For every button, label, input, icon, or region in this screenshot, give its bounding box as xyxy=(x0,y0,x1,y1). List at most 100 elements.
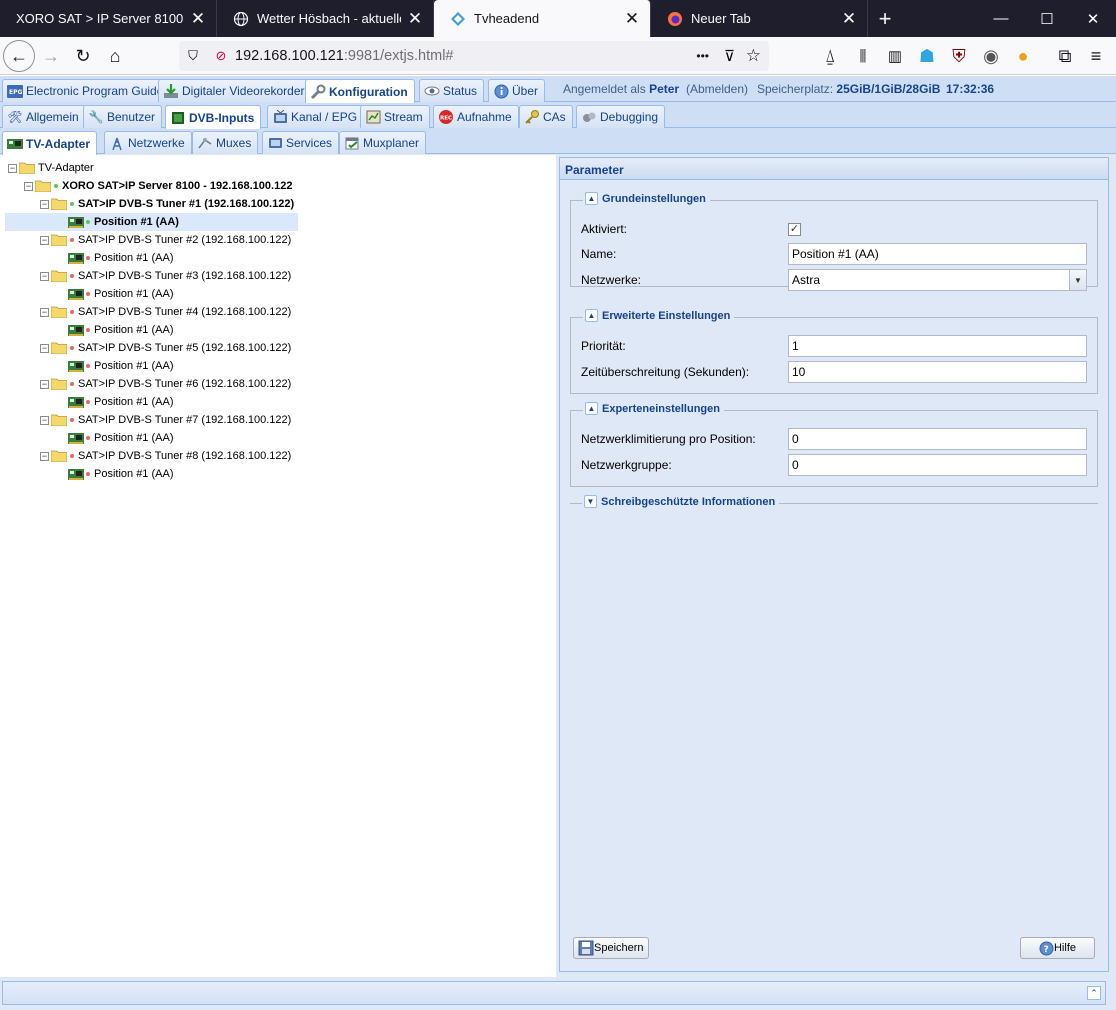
back-arrow-icon[interactable]: ← xyxy=(3,40,35,72)
networks-select[interactable]: Astra ▼ xyxy=(788,269,1087,291)
tab-cas[interactable]: CAs xyxy=(519,105,573,128)
extensions-puzzle-icon[interactable]: ⧉ xyxy=(1051,42,1079,70)
tab-stream[interactable]: Stream xyxy=(360,105,430,128)
tree-position[interactable]: Position #1 (AA) xyxy=(68,357,173,375)
close-tab-icon[interactable]: ✕ xyxy=(190,9,206,29)
forward-arrow-icon[interactable]: → xyxy=(37,42,65,70)
tab-tv-adapter[interactable]: TV-Adapter xyxy=(2,131,98,155)
collapse-icon[interactable]: ▲ xyxy=(585,192,598,205)
tab-muxplaner[interactable]: Muxplaner xyxy=(339,131,427,154)
tree-position[interactable]: Position #1 (AA) xyxy=(68,321,173,339)
reader-icon[interactable]: ⍙ xyxy=(816,42,844,70)
tab-configuration[interactable]: Konfiguration xyxy=(305,79,415,103)
enabled-checkbox[interactable]: ✓ xyxy=(788,222,801,236)
tree-position[interactable]: Position #1 (AA) xyxy=(68,393,173,411)
logout-link[interactable]: (Abmelden) xyxy=(686,82,748,96)
browser-tab-xoro[interactable]: XORO SAT > IP Server 8100 - Front ✕ xyxy=(0,0,217,37)
tree-server[interactable]: − XORO SAT>IP Server 8100 - 192.168.100.1… xyxy=(24,177,292,195)
expert-settings-legend[interactable]: ▲ Experteneinstellungen xyxy=(583,402,724,415)
expand-log-icon[interactable]: ⌃ xyxy=(1087,986,1101,1000)
network-group-field[interactable] xyxy=(788,454,1087,476)
tab-epg[interactable]: EPG Electronic Program Guide xyxy=(2,79,171,102)
close-tab-icon[interactable]: ✕ xyxy=(407,9,423,29)
tab-dvr[interactable]: Digitaler Videorekorder xyxy=(158,79,312,102)
shield-icon[interactable]: ⛉ xyxy=(179,48,207,64)
tree-tuner[interactable]: − SAT>IP DVB-S Tuner #6 (192.168.100.122) xyxy=(40,375,291,393)
browser-tab-wetter[interactable]: Wetter Hösbach - aktuelle Wetter ✕ xyxy=(217,0,434,37)
collapse-toggle-icon[interactable]: − xyxy=(40,199,49,209)
tab-label: Stream xyxy=(384,110,423,124)
collapse-icon[interactable]: ▲ xyxy=(585,309,598,322)
extension-icon[interactable]: ◉ xyxy=(977,42,1005,70)
pocket-icon[interactable]: ⊽ xyxy=(724,47,735,65)
wrench-icon xyxy=(310,84,326,100)
collapse-toggle-icon[interactable]: − xyxy=(40,379,49,389)
tree-position[interactable]: Position #1 (AA) xyxy=(68,465,173,483)
tree-tuner[interactable]: − SAT>IP DVB-S Tuner #7 (192.168.100.122) xyxy=(40,411,291,429)
library-icon[interactable]: ⫼ xyxy=(849,42,877,70)
tab-general[interactable]: 🛠 Allgemein xyxy=(2,105,86,128)
tree-tuner[interactable]: − SAT>IP DVB-S Tuner #4 (192.168.100.122) xyxy=(40,303,291,321)
reload-icon[interactable]: ↻ xyxy=(69,42,97,70)
collapse-toggle-icon[interactable]: − xyxy=(40,451,49,461)
hamburger-menu-icon[interactable]: ≡ xyxy=(1082,42,1110,70)
tab-dvb-inputs[interactable]: DVB-Inputs xyxy=(165,105,262,129)
home-icon[interactable]: ⌂ xyxy=(101,42,129,70)
tab-debugging[interactable]: Debugging xyxy=(576,105,666,128)
minimize-icon[interactable]: — xyxy=(978,0,1024,37)
close-tab-icon[interactable]: ✕ xyxy=(841,9,857,29)
collapse-toggle-icon[interactable]: − xyxy=(40,307,49,317)
tv-icon xyxy=(267,135,283,151)
collapse-toggle-icon[interactable]: − xyxy=(40,235,49,245)
browser-tab-new[interactable]: Neuer Tab ✕ xyxy=(651,0,868,37)
close-window-icon[interactable]: ✕ xyxy=(1070,0,1116,37)
readonly-info-legend[interactable]: ▼ Schreibgeschützte Informationen xyxy=(582,495,780,508)
expand-icon[interactable]: ▼ xyxy=(584,495,597,508)
tab-muxes[interactable]: Muxes xyxy=(192,131,259,154)
tab-services[interactable]: Services xyxy=(262,131,340,154)
maximize-icon[interactable]: ☐ xyxy=(1024,0,1070,37)
ghostery-icon[interactable]: ☗ xyxy=(913,42,941,70)
tab-users[interactable]: 🔧 Benutzer xyxy=(83,105,163,128)
tree-position[interactable]: Position #1 (AA) xyxy=(5,213,298,231)
collapse-toggle-icon[interactable]: − xyxy=(40,415,49,425)
tab-channel-epg[interactable]: Kanal / EPG xyxy=(267,105,365,128)
new-tab-icon[interactable]: + xyxy=(868,0,902,37)
tree-tuner[interactable]: − SAT>IP DVB-S Tuner #1 (192.168.100.122) xyxy=(40,195,294,213)
help-button[interactable]: ? Hilfe xyxy=(1020,937,1095,959)
tree-position[interactable]: Position #1 (AA) xyxy=(68,429,173,447)
name-field[interactable] xyxy=(788,243,1087,265)
tab-recording[interactable]: REC Aufnahme xyxy=(433,105,519,128)
network-limit-field[interactable] xyxy=(788,428,1087,450)
collapse-icon[interactable]: ▲ xyxy=(585,402,598,415)
sidebar-icon[interactable]: ▥ xyxy=(881,42,909,70)
collapse-toggle-icon[interactable]: − xyxy=(40,343,49,353)
insecure-lock-icon[interactable]: ⊘ xyxy=(207,48,235,64)
page-actions-icon[interactable]: ••• xyxy=(696,49,709,63)
tree-position[interactable]: Position #1 (AA) xyxy=(68,285,173,303)
close-tab-icon[interactable]: ✕ xyxy=(624,9,640,29)
tree-tuner[interactable]: − SAT>IP DVB-S Tuner #5 (192.168.100.122) xyxy=(40,339,291,357)
tree-tuner[interactable]: − SAT>IP DVB-S Tuner #3 (192.168.100.122) xyxy=(40,267,291,285)
ublock-icon[interactable]: ⛨ xyxy=(945,42,973,70)
url-bar[interactable]: ⛉ ⊘ 192.168.100.121:9981/extjs.html# •••… xyxy=(179,41,769,71)
coupon-icon[interactable]: ● xyxy=(1009,42,1037,70)
chevron-down-icon[interactable]: ▼ xyxy=(1069,270,1086,290)
tree-root[interactable]: − TV-Adapter xyxy=(8,159,94,177)
basic-settings-legend[interactable]: ▲ Grundeinstellungen xyxy=(583,192,710,205)
save-button[interactable]: Speichern xyxy=(573,937,649,959)
browser-tab-tvheadend[interactable]: Tvheadend ✕ xyxy=(434,0,651,37)
advanced-settings-legend[interactable]: ▲ Erweiterte Einstellungen xyxy=(583,309,735,322)
collapse-toggle-icon[interactable]: − xyxy=(24,181,33,191)
bookmark-star-icon[interactable]: ☆ xyxy=(746,46,761,66)
timeout-field[interactable] xyxy=(788,361,1087,383)
tab-status[interactable]: Status xyxy=(419,79,485,102)
tree-tuner[interactable]: − SAT>IP DVB-S Tuner #8 (192.168.100.122) xyxy=(40,447,291,465)
priority-field[interactable] xyxy=(788,335,1087,357)
tab-about[interactable]: Über xyxy=(488,79,546,102)
collapse-toggle-icon[interactable]: − xyxy=(40,271,49,281)
tree-position[interactable]: Position #1 (AA) xyxy=(68,249,173,267)
tab-networks[interactable]: Netzwerke xyxy=(104,131,192,154)
collapse-toggle-icon[interactable]: − xyxy=(8,163,17,173)
tree-tuner[interactable]: − SAT>IP DVB-S Tuner #2 (192.168.100.122) xyxy=(40,231,291,249)
